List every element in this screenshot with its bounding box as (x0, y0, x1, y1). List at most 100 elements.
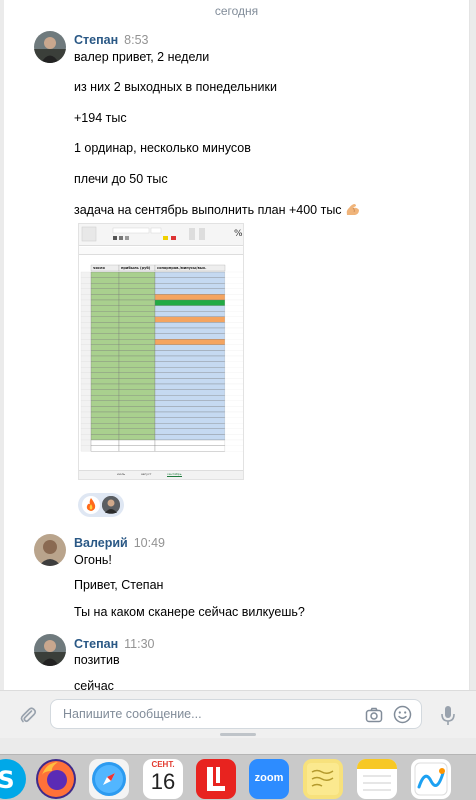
sheet-cell (80, 395, 92, 401)
fire-icon[interactable] (82, 496, 100, 514)
sheet-cell (224, 305, 243, 312)
smile-icon[interactable] (393, 705, 412, 724)
svg-text:%: % (234, 229, 243, 239)
zoom-label: zoom (254, 772, 284, 784)
sheet-cell (118, 361, 156, 368)
sheet-tab[interactable]: июль (117, 472, 125, 476)
sheet-cell (80, 400, 92, 407)
sheet-tab[interactable]: август (141, 472, 151, 476)
sheet-cell (154, 395, 226, 401)
sheet-cell (154, 350, 226, 357)
sheet-cell (118, 372, 156, 379)
sheet-cell (118, 283, 156, 289)
sheet-cell (224, 406, 243, 413)
sheet-cell (118, 378, 156, 385)
sheet-cell (224, 423, 243, 429)
sheet-cell (154, 333, 226, 340)
firefox-app-icon[interactable] (36, 759, 76, 799)
sheet-tabs: июль август сентябрь (79, 470, 243, 479)
sheet-cell (154, 299, 226, 306)
sheet-cell (154, 406, 226, 413)
message-time: 11:30 (124, 637, 155, 651)
sheet-cell (90, 400, 120, 407)
sheet-cell (90, 383, 120, 390)
column-header: число (93, 266, 105, 270)
sheet-cell (80, 378, 92, 385)
sheet-cell (118, 277, 156, 284)
sheet-cell (154, 305, 226, 312)
sheet-cell (118, 445, 156, 452)
sheet-cell (154, 277, 226, 284)
letterboxd-app-icon[interactable] (196, 759, 236, 799)
paperclip-icon[interactable] (18, 705, 38, 725)
sheet-cell (154, 383, 226, 390)
sheet-cell (80, 350, 92, 357)
sheet-cell (90, 316, 120, 323)
stickies-app-icon[interactable] (303, 759, 343, 799)
reactions-bar[interactable] (78, 493, 124, 517)
avatar-reaction-icon[interactable] (102, 496, 120, 514)
sheet-tab-active[interactable]: сентябрь (167, 472, 182, 477)
sheet-cell (90, 339, 120, 345)
resize-handle[interactable] (220, 733, 256, 736)
chat-history[interactable]: сегодня Степан 8:53 валер привет, 2 недел… (4, 0, 470, 690)
sheet-cell (80, 434, 92, 441)
sheet-cell (224, 288, 243, 295)
sheet-cell (90, 378, 120, 385)
safari-app-icon[interactable] (89, 759, 129, 799)
message-composer (0, 690, 476, 738)
message-input[interactable] (63, 705, 353, 723)
sheet-cell (224, 428, 243, 435)
zoom-app-icon[interactable]: zoom (249, 759, 289, 799)
dock: S СЕНТ. 16 zoom (0, 754, 476, 800)
sheet-cell (224, 277, 243, 284)
sheet-cell (224, 322, 243, 329)
sheet-cell (154, 311, 226, 317)
sheet-cell (224, 355, 243, 362)
sheet-cell (80, 423, 92, 429)
sheet-cell (154, 372, 226, 379)
sheet-cell (118, 367, 156, 373)
avatar[interactable] (34, 31, 66, 63)
sheet-cell (224, 316, 243, 323)
sheet-cell (154, 288, 226, 295)
formula-bar (79, 247, 243, 255)
sheet-cell (154, 423, 226, 429)
message-text: +194 тыс (74, 111, 127, 125)
calendar-day: 16 (150, 769, 176, 794)
sheet-cell (224, 350, 243, 357)
sheet-cell (80, 294, 92, 301)
sheet-cell (224, 339, 243, 345)
freeform-app-icon[interactable] (411, 759, 451, 799)
author-name[interactable]: Степан (74, 637, 118, 651)
message-input-box (50, 699, 422, 729)
avatar[interactable] (34, 634, 66, 666)
sheet-cell (118, 411, 156, 418)
sheet-cell (118, 395, 156, 401)
sheet-cell (118, 344, 156, 351)
avatar[interactable] (34, 534, 66, 566)
calendar-app-icon[interactable]: СЕНТ. 16 (143, 759, 183, 799)
sheet-cell (224, 344, 243, 351)
sheet-cell (154, 434, 226, 441)
camera-icon[interactable] (365, 706, 383, 724)
sheet-cell (80, 411, 92, 418)
author-name[interactable]: Валерий (74, 536, 128, 550)
notes-app-icon[interactable] (357, 759, 397, 799)
sheet-cell (154, 283, 226, 289)
sheet-cell (90, 311, 120, 317)
sheet-cell (90, 327, 120, 334)
sheet-cell (90, 395, 120, 401)
message-time: 8:53 (124, 33, 149, 47)
sheet-cell (90, 299, 120, 306)
svg-text:S: S (0, 766, 15, 794)
sheet-cell (90, 439, 120, 446)
spreadsheet-image[interactable]: % число прибыль (руб) сопорправ./минусы/… (78, 223, 244, 480)
sheet-cell (118, 299, 156, 306)
sheet-cell (224, 299, 243, 306)
sheet-cell (118, 333, 156, 340)
spreadsheet-grid: число прибыль (руб) сопорправ./минусы/вы… (79, 258, 243, 472)
microphone-icon[interactable] (440, 705, 456, 727)
skype-app-icon[interactable]: S (0, 759, 26, 799)
author-name[interactable]: Степан (74, 33, 118, 47)
